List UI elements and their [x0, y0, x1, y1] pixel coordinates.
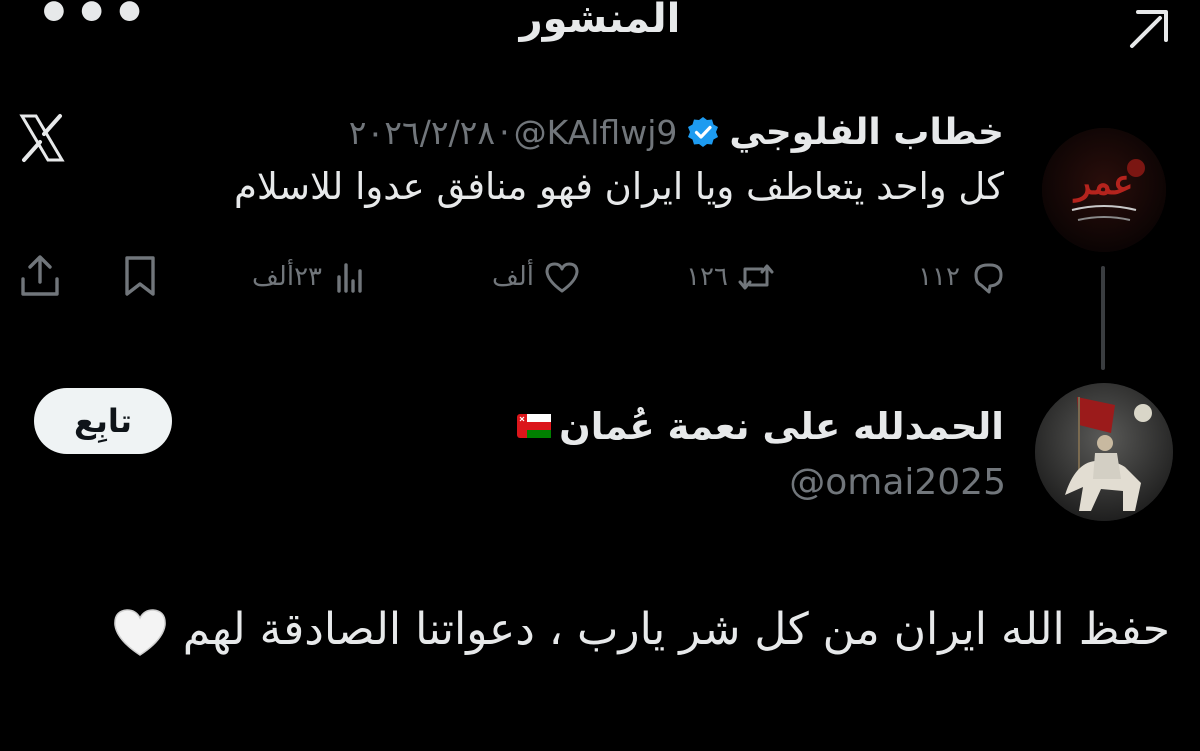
x-logo-icon [19, 114, 65, 162]
share-icon[interactable] [1118, 0, 1174, 50]
white-heart-emoji [113, 609, 166, 656]
author-handle[interactable]: @omai2025 [789, 458, 1006, 508]
author-handle[interactable]: @KAlflwj9 [514, 113, 678, 152]
like-count: ألف [491, 262, 534, 292]
tweet-text: حفظ الله ايران من كل شر يارب ، دعواتنا ا… [20, 592, 1170, 668]
reply-count: ١١٢ [918, 262, 960, 292]
views-button[interactable]: ٢٣ألف [252, 250, 370, 304]
avatar[interactable] [1035, 383, 1173, 521]
follow-button[interactable]: تابِع [34, 388, 172, 454]
share-icon[interactable] [16, 252, 64, 300]
bookmark-icon[interactable] [116, 252, 164, 300]
views-icon [337, 263, 362, 293]
verified-badge-icon [688, 117, 719, 147]
separator-dot: · [499, 112, 510, 152]
avatar-caption: عمر [1073, 163, 1134, 203]
avatar-image: عمر [1042, 128, 1166, 252]
repost-button[interactable]: ١٢٦ [686, 250, 776, 304]
avatar-image [1035, 383, 1173, 521]
avatar[interactable]: عمر [1042, 128, 1166, 252]
oman-flag-icon [517, 414, 552, 438]
tweet-date: ٢٠٢٦/٢/٢٨ [348, 112, 496, 152]
display-name: الحمدلله على نعمة عُمان [559, 404, 1004, 448]
views-count: ٢٣ألف [252, 262, 322, 292]
repost-count: ١٢٦ [686, 262, 728, 292]
thread-connector-line [1101, 266, 1105, 370]
repost-icon [738, 264, 774, 290]
tweet-text-content: حفظ الله ايران من كل شر يارب ، دعواتنا ا… [182, 604, 1170, 655]
quoted-tweet-header: خطاب الفلوجي @KAlflwj9 · ٢٠٢٦/٢/٢٨ [349, 108, 1004, 156]
tweet-text: كل واحد يتعاطف ويا ايران فهو منافق عدوا … [233, 165, 1004, 208]
heart-icon [545, 262, 579, 293]
reply-icon [974, 263, 1003, 294]
like-button[interactable]: ألف [492, 250, 582, 304]
author-name[interactable]: خطاب الفلوجي [729, 112, 1004, 153]
page-title: المنشور [519, 0, 681, 42]
author-name[interactable]: الحمدلله على نعمة عُمان [517, 398, 1004, 454]
reply-button[interactable]: ١١٢ [918, 250, 1008, 304]
